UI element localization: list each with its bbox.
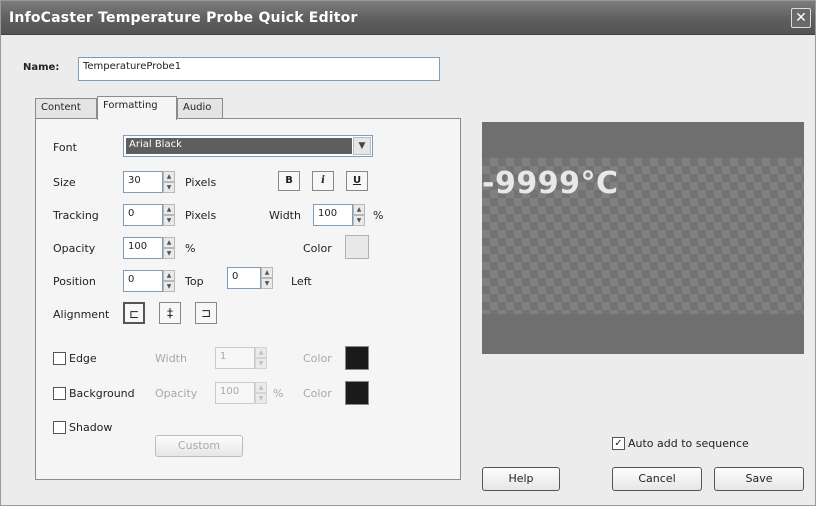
auto-add-label: Auto add to sequence	[628, 437, 749, 450]
edge-color-swatch[interactable]	[345, 346, 369, 370]
width-spinner[interactable]: ▲ ▼	[353, 204, 365, 226]
edge-width-input[interactable]: 1	[215, 347, 255, 369]
edge-width-label: Width	[155, 352, 187, 365]
window-title: InfoCaster Temperature Probe Quick Edito…	[9, 10, 358, 26]
size-unit: Pixels	[185, 176, 217, 189]
close-button[interactable]: ✕	[791, 8, 811, 28]
custom-shadow-label: Custom	[177, 439, 221, 452]
help-label: Help	[508, 472, 534, 485]
edge-checkbox[interactable]	[53, 352, 66, 365]
tab-content-label: Content	[41, 102, 81, 113]
custom-shadow-button[interactable]: Custom	[155, 435, 243, 457]
size-value: 30	[128, 175, 141, 186]
background-color-label: Color	[303, 387, 332, 400]
save-label: Save	[745, 472, 773, 485]
tracking-input[interactable]: 0	[123, 204, 163, 226]
tab-content[interactable]: Content	[35, 98, 97, 119]
position-left-input[interactable]: 0	[227, 267, 261, 289]
background-label: Background	[69, 387, 135, 400]
italic-button[interactable]: i	[312, 171, 334, 191]
center-align-icon: ‡	[167, 306, 173, 320]
tracking-unit: Pixels	[185, 209, 217, 222]
width-unit: %	[373, 209, 384, 222]
background-opacity-unit: %	[273, 387, 284, 400]
text-color-swatch[interactable]	[345, 235, 369, 259]
font-value: Arial Black	[129, 139, 182, 150]
align-right-button[interactable]: ⊐	[195, 302, 217, 324]
position-top-input[interactable]: 0	[123, 270, 163, 292]
edge-color-label: Color	[303, 352, 332, 365]
quick-editor-window: InfoCaster Temperature Probe Quick Edito…	[0, 0, 816, 506]
tab-formatting-label: Formatting	[103, 100, 158, 111]
position-left-value: 0	[232, 271, 239, 282]
tracking-spinner[interactable]: ▲ ▼	[163, 204, 175, 226]
opacity-label: Opacity	[53, 242, 96, 255]
font-label: Font	[53, 141, 77, 154]
align-center-button[interactable]: ‡	[159, 302, 181, 324]
bold-icon: B	[285, 175, 293, 186]
edge-width-value: 1	[220, 351, 227, 362]
font-select[interactable]: Arial Black ▼	[123, 135, 373, 157]
position-top-spinner[interactable]: ▲ ▼	[163, 270, 175, 292]
background-opacity-input[interactable]: 100	[215, 382, 255, 404]
preview-area: -9999°C	[482, 122, 804, 354]
opacity-unit: %	[185, 242, 196, 255]
tracking-value: 0	[128, 208, 135, 219]
cancel-button[interactable]: Cancel	[612, 467, 702, 491]
save-button[interactable]: Save	[714, 467, 804, 491]
cancel-label: Cancel	[638, 472, 676, 485]
left-align-icon: ⊏	[128, 307, 140, 321]
tab-formatting[interactable]: Formatting	[97, 96, 177, 120]
bold-button[interactable]: B	[278, 171, 300, 191]
italic-icon: i	[321, 175, 325, 186]
edge-width-spinner[interactable]: ▲ ▼	[255, 347, 267, 369]
auto-add-checkbox[interactable]: ✓	[612, 437, 625, 450]
background-opacity-spinner[interactable]: ▲ ▼	[255, 382, 267, 404]
tab-audio-label: Audio	[183, 102, 212, 113]
underline-icon: U	[352, 175, 362, 186]
shadow-checkbox[interactable]	[53, 421, 66, 434]
opacity-value: 100	[128, 241, 148, 252]
right-align-icon: ⊐	[200, 306, 212, 320]
alignment-label: Alignment	[53, 308, 110, 321]
background-opacity-label: Opacity	[155, 387, 198, 400]
help-button[interactable]: Help	[482, 467, 560, 491]
background-opacity-value: 100	[220, 386, 240, 397]
size-input[interactable]: 30	[123, 171, 163, 193]
size-spinner[interactable]: ▲ ▼	[163, 171, 175, 193]
name-input[interactable]: TemperatureProbe1	[78, 57, 440, 81]
edge-label: Edge	[69, 352, 97, 365]
size-label: Size	[53, 176, 76, 189]
align-left-button[interactable]: ⊏	[123, 302, 145, 324]
width-value: 100	[318, 208, 338, 219]
left-label: Left	[291, 275, 312, 288]
position-top-value: 0	[128, 274, 135, 285]
width-label: Width	[269, 209, 301, 222]
close-icon: ✕	[795, 10, 807, 26]
name-value: TemperatureProbe1	[83, 61, 182, 72]
underline-button[interactable]: U	[346, 171, 368, 191]
background-color-swatch[interactable]	[345, 381, 369, 405]
position-left-spinner[interactable]: ▲ ▼	[261, 267, 273, 289]
chevron-down-icon[interactable]: ▼	[353, 137, 371, 155]
preview-text: -9999°C	[482, 166, 619, 201]
tab-audio[interactable]: Audio	[177, 98, 223, 119]
opacity-spinner[interactable]: ▲ ▼	[163, 237, 175, 259]
name-label: Name:	[23, 62, 60, 73]
check-icon: ✓	[614, 438, 623, 449]
opacity-input[interactable]: 100	[123, 237, 163, 259]
width-input[interactable]: 100	[313, 204, 353, 226]
background-checkbox[interactable]	[53, 387, 66, 400]
color-label: Color	[303, 242, 332, 255]
tracking-label: Tracking	[53, 209, 99, 222]
title-bar[interactable]: InfoCaster Temperature Probe Quick Edito…	[1, 1, 815, 35]
top-label: Top	[185, 275, 204, 288]
position-label: Position	[53, 275, 96, 288]
shadow-label: Shadow	[69, 421, 113, 434]
